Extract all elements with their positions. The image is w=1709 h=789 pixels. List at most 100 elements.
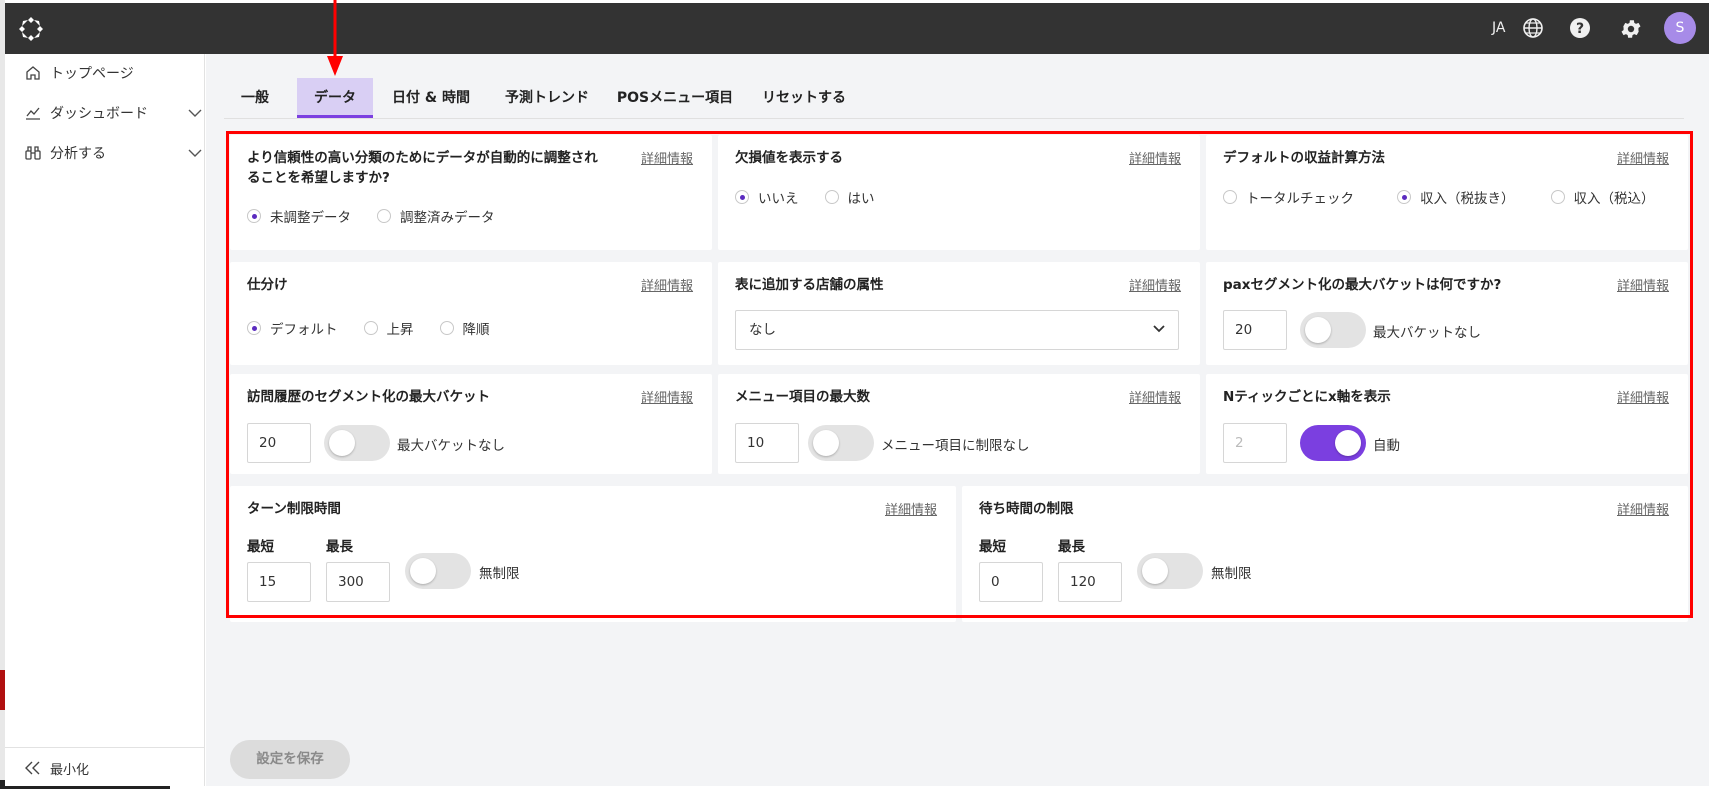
details-link[interactable]: 詳細情報	[885, 499, 937, 518]
radio-button[interactable]	[1550, 190, 1565, 204]
card-auto-adjust: より信頼性の高い分類のためにデータが自動的に調整され ることを希望しますか? 詳…	[230, 135, 712, 250]
radio-total-check[interactable]: トータルチェック	[1223, 187, 1354, 207]
turn-min-input[interactable]: 15	[247, 562, 311, 602]
user-avatar[interactable]: S	[1664, 12, 1696, 44]
store-attribute-select[interactable]: なし	[735, 310, 1179, 350]
radio-no[interactable]: いいえ	[735, 187, 799, 207]
sidebar: トップページ ダッシュボード 分析する 最小化	[5, 54, 205, 786]
wait-unlimited-toggle[interactable]	[1137, 553, 1203, 589]
chevron-down-icon[interactable]	[188, 108, 202, 118]
menu-max-input[interactable]: 10	[735, 423, 799, 463]
card-title: paxセグメント化の最大バケットは何ですか?	[1223, 277, 1502, 293]
gear-icon[interactable]	[1619, 17, 1643, 41]
x-axis-auto-toggle[interactable]	[1300, 425, 1366, 461]
visit-bucket-input[interactable]: 20	[247, 423, 311, 463]
details-link[interactable]: 詳細情報	[1617, 387, 1669, 406]
details-link[interactable]: 詳細情報	[1129, 387, 1181, 406]
details-link[interactable]: 詳細情報	[1129, 275, 1181, 294]
card-pax-bucket: paxセグメント化の最大バケットは何ですか? 詳細情報 20 最大バケットなし	[1206, 262, 1688, 365]
sidebar-item-label: 分析する	[50, 146, 106, 162]
radio-button[interactable]	[377, 209, 391, 223]
radio-group-revenue-method: トータルチェック 収入（税抜き） 収入（税込）	[1223, 187, 1681, 207]
card-title: 表に追加する店舗の属性	[735, 277, 884, 293]
chevron-down-icon[interactable]	[188, 148, 202, 158]
toggle-label: 自動	[1373, 438, 1400, 454]
card-title: 待ち時間の制限	[979, 501, 1074, 517]
card-title: より信頼性の高い分類のためにデータが自動的に調整され ることを希望しますか?	[247, 148, 598, 188]
details-link[interactable]: 詳細情報	[641, 387, 693, 406]
tab-general[interactable]: 一般	[224, 78, 286, 118]
chevron-down-icon	[1153, 325, 1165, 333]
radio-button[interactable]	[1223, 190, 1237, 204]
turn-unlimited-toggle[interactable]	[405, 553, 471, 589]
wait-max-input[interactable]: 120	[1058, 562, 1122, 602]
card-visit-bucket: 訪問履歴のセグメント化の最大バケット 詳細情報 20 最大バケットなし	[230, 374, 712, 474]
top-bar: JA ? S	[5, 3, 1709, 54]
card-title-line: より信頼性の高い分類のためにデータが自動的に調整され	[247, 150, 598, 166]
radio-descending[interactable]: 降順	[439, 318, 490, 338]
sidebar-item-label: ダッシュボード	[50, 106, 148, 122]
save-settings-button[interactable]: 設定を保存	[230, 740, 350, 779]
max-label: 最長	[326, 539, 353, 555]
app-logo-icon[interactable]	[17, 15, 45, 43]
details-link[interactable]: 詳細情報	[1617, 148, 1669, 167]
radio-revenue-excl-tax[interactable]: 収入（税抜き）	[1397, 187, 1515, 207]
radio-yes[interactable]: はい	[824, 187, 875, 207]
min-label: 最短	[979, 539, 1006, 555]
double-chevron-left-icon	[25, 761, 40, 775]
details-link[interactable]: 詳細情報	[1617, 275, 1669, 294]
sidebar-item-top-page[interactable]: トップページ	[25, 61, 134, 85]
radio-unadjusted[interactable]: 未調整データ	[247, 206, 351, 226]
radio-revenue-incl-tax[interactable]: 収入（税込）	[1550, 187, 1655, 207]
annotation-arrow-icon	[327, 0, 343, 76]
x-axis-ticks-input[interactable]: 2	[1223, 423, 1287, 463]
visit-bucket-toggle[interactable]	[324, 425, 390, 461]
details-link[interactable]: 詳細情報	[1129, 148, 1181, 167]
radio-adjusted[interactable]: 調整済みデータ	[377, 206, 495, 226]
card-title: ターン制限時間	[247, 501, 341, 517]
card-missing-values: 欠損値を表示する 詳細情報 いいえ はい	[718, 135, 1200, 250]
card-title-line: ることを希望しますか?	[247, 170, 390, 186]
radio-button[interactable]	[247, 321, 261, 335]
radio-button[interactable]	[824, 190, 839, 204]
tab-data[interactable]: データ	[297, 78, 373, 118]
tab-pos-menu-items[interactable]: POSメニュー項目	[608, 78, 742, 118]
toggle-label: メニュー項目に制限なし	[881, 438, 1030, 454]
toggle-label: 最大バケットなし	[397, 438, 505, 454]
radio-button[interactable]	[363, 321, 378, 335]
wait-min-input[interactable]: 0	[979, 562, 1043, 602]
radio-label: 降順	[462, 322, 490, 338]
details-link[interactable]: 詳細情報	[641, 148, 693, 167]
radio-label: 収入（税抜き）	[1420, 191, 1515, 207]
details-link[interactable]: 詳細情報	[1617, 499, 1669, 518]
tab-forecast-trend[interactable]: 予測トレンド	[492, 78, 602, 118]
sidebar-item-analyze[interactable]: 分析する	[25, 141, 202, 165]
pax-bucket-input[interactable]: 20	[1223, 310, 1287, 350]
radio-label: 調整済みデータ	[400, 210, 495, 226]
svg-text:?: ?	[1576, 21, 1584, 37]
card-turn-limit: ターン制限時間 詳細情報 最短 最長 15 300 無制限	[230, 486, 956, 622]
menu-max-toggle[interactable]	[808, 425, 874, 461]
card-title: 欠損値を表示する	[735, 150, 843, 166]
help-icon[interactable]: ?	[1569, 17, 1591, 39]
radio-button[interactable]	[1397, 190, 1411, 204]
pax-bucket-toggle[interactable]	[1300, 312, 1366, 348]
tab-reset[interactable]: リセットする	[749, 78, 859, 118]
radio-button[interactable]	[439, 321, 454, 335]
details-link[interactable]: 詳細情報	[641, 275, 693, 294]
select-value: なし	[749, 322, 776, 338]
toggle-label: 無制限	[1211, 566, 1252, 582]
radio-button[interactable]	[735, 190, 749, 204]
sidebar-item-dashboard[interactable]: ダッシュボード	[25, 101, 202, 125]
globe-icon[interactable]	[1522, 17, 1544, 39]
turn-max-input[interactable]: 300	[326, 562, 390, 602]
radio-ascending[interactable]: 上昇	[363, 318, 414, 338]
tab-date-time[interactable]: 日付 & 時間	[380, 78, 482, 118]
radio-label: 収入（税込）	[1573, 191, 1655, 207]
radio-group-sorting: デフォルト 上昇 降順	[247, 318, 516, 338]
radio-button[interactable]	[247, 209, 261, 223]
language-label[interactable]: JA	[1492, 20, 1505, 36]
minimize-button[interactable]: 最小化	[25, 756, 89, 780]
card-title: 仕分け	[247, 277, 288, 293]
radio-default[interactable]: デフォルト	[247, 318, 338, 338]
